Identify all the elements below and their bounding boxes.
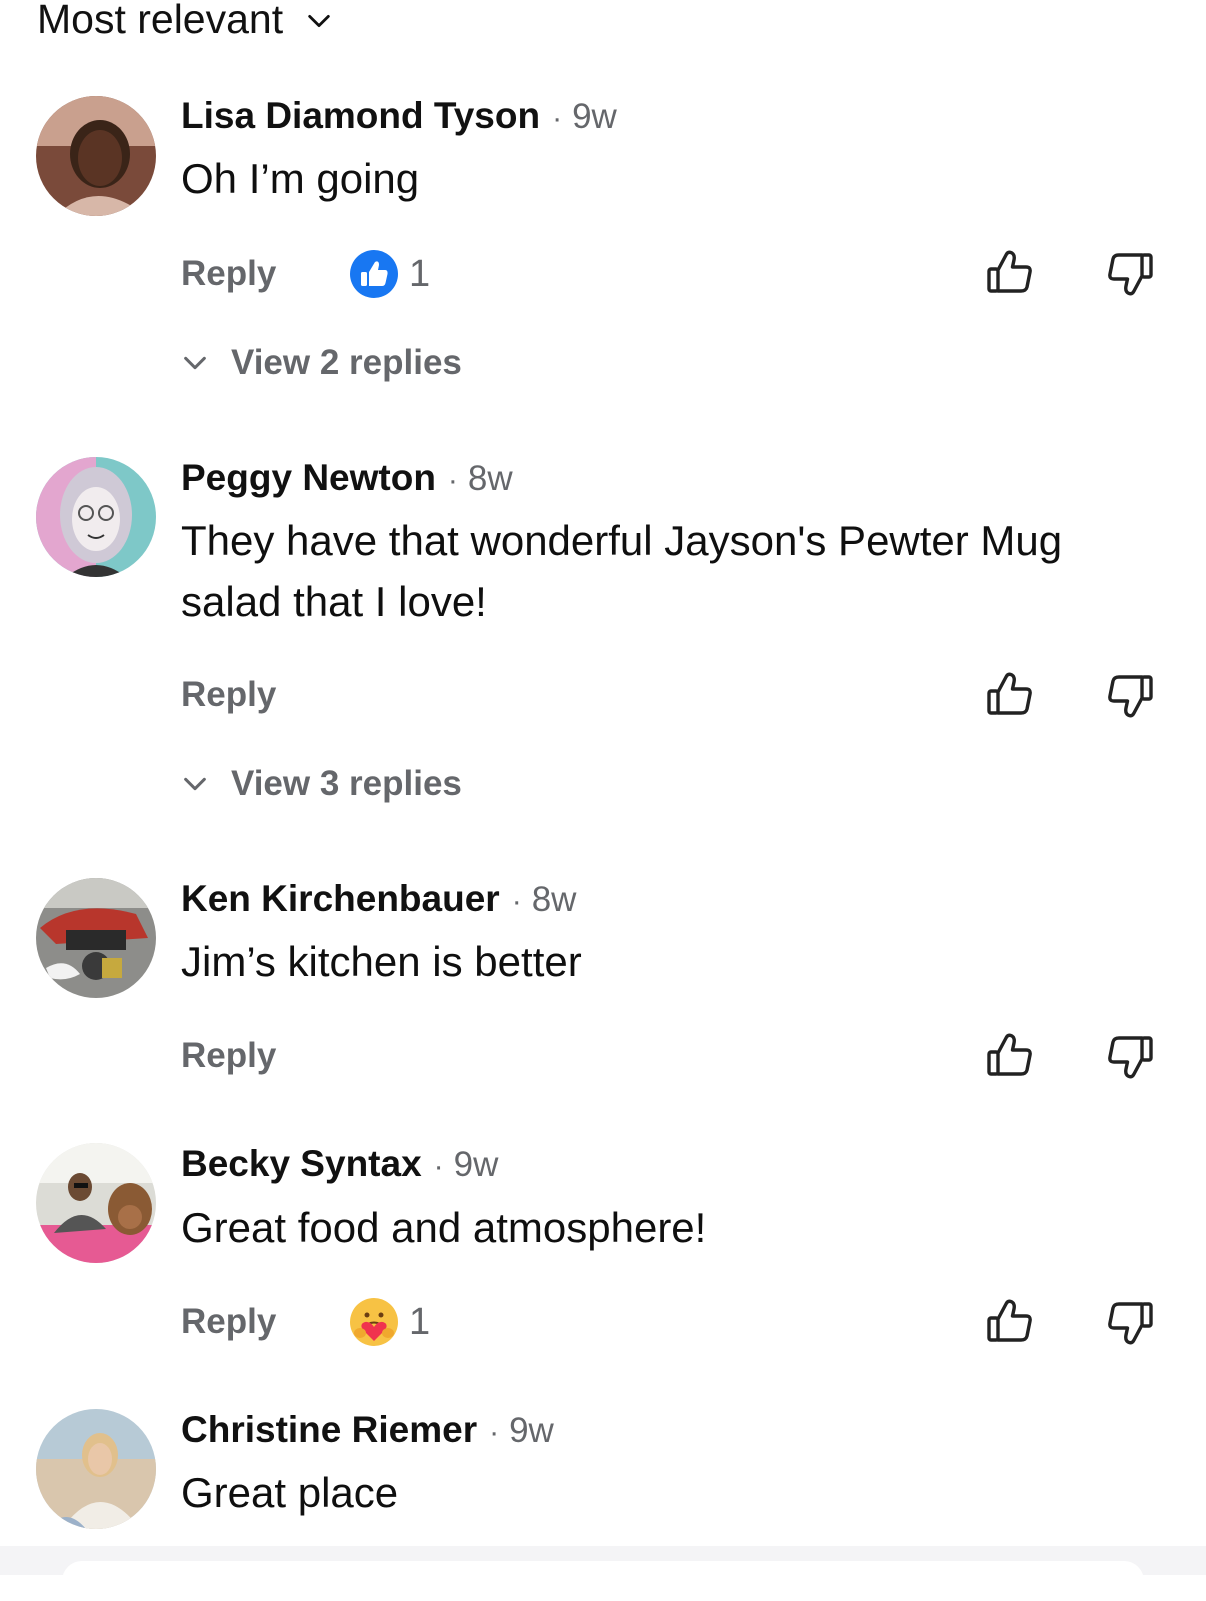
avatar[interactable] [36, 1143, 156, 1263]
comment-text: Great place [181, 1469, 399, 1516]
avatar[interactable] [36, 1409, 156, 1529]
separator-dot: · [489, 1416, 500, 1449]
view-replies-button[interactable]: View 3 replies [181, 764, 462, 804]
downvote-button[interactable] [1104, 1297, 1156, 1349]
view-replies-label: View 2 replies [231, 343, 462, 382]
chevron-down-icon [184, 777, 206, 791]
upvote-button[interactable] [984, 246, 1036, 298]
downvote-button[interactable] [1104, 1031, 1156, 1083]
comment-input[interactable] [62, 1561, 1144, 1601]
separator-dot: · [511, 885, 522, 918]
care-reaction-icon [350, 1298, 398, 1346]
comment-text: Oh I’m going [181, 155, 420, 202]
author-name[interactable]: Christine Riemer [181, 1409, 477, 1451]
thumbs-down-icon [1108, 675, 1153, 718]
timestamp[interactable]: 8w [532, 880, 577, 920]
thumbs-up-icon [987, 250, 1032, 293]
sort-label: Most relevant [37, 0, 284, 42]
sort-dropdown[interactable]: Most relevant [37, 0, 333, 44]
reply-button[interactable]: Reply [181, 1302, 349, 1342]
thumbs-up-icon [987, 1299, 1032, 1342]
view-replies-button[interactable]: View 2 replies [181, 343, 462, 383]
reaction-count: 1 [409, 252, 431, 295]
comment-text-line: salad that I love! [181, 578, 487, 625]
author-name[interactable]: Ken Kirchenbauer [181, 878, 500, 920]
reaction-count: 1 [409, 1300, 431, 1343]
avatar[interactable] [36, 96, 156, 216]
reply-button[interactable]: Reply [181, 254, 349, 294]
author-name[interactable]: Peggy Newton [181, 457, 436, 499]
view-replies-label: View 3 replies [231, 764, 462, 803]
downvote-button[interactable] [1104, 670, 1156, 722]
reaction-summary[interactable]: 1 [349, 1297, 430, 1347]
author-name[interactable]: Becky Syntax [181, 1143, 422, 1185]
comment-text: Great food and atmosphere! [181, 1204, 707, 1251]
separator-dot: · [433, 1150, 444, 1183]
thumbs-down-icon [1108, 1302, 1153, 1345]
avatar[interactable] [36, 878, 156, 998]
like-reaction-icon [350, 250, 398, 298]
timestamp[interactable]: 9w [572, 97, 617, 137]
separator-dot: · [447, 464, 458, 497]
timestamp[interactable]: 9w [454, 1145, 499, 1185]
avatar[interactable] [36, 457, 156, 577]
upvote-button[interactable] [984, 1029, 1036, 1081]
reaction-summary[interactable]: 1 [349, 249, 430, 299]
thumbs-down-icon [1108, 1036, 1153, 1079]
author-name[interactable]: Lisa Diamond Tyson [181, 95, 540, 137]
thumbs-down-icon [1108, 253, 1153, 296]
chevron-down-icon [184, 356, 206, 370]
upvote-button[interactable] [984, 1295, 1036, 1347]
comment-text: They have that wonderful Jayson's Pewter… [181, 510, 1161, 632]
reply-button[interactable]: Reply [181, 675, 349, 715]
downvote-button[interactable] [1104, 248, 1156, 300]
thumbs-up-icon [987, 1033, 1032, 1076]
comment-text: Jim’s kitchen is better [181, 938, 582, 985]
chevron-down-icon [308, 14, 330, 28]
comment-composer-bar [0, 1546, 1206, 1601]
separator-dot: · [552, 102, 563, 135]
timestamp[interactable]: 8w [468, 459, 513, 499]
thumbs-up-icon [987, 672, 1032, 715]
reply-button[interactable]: Reply [181, 1036, 349, 1076]
comment-text-line: They have that wonderful Jayson's Pewter… [181, 517, 1063, 564]
timestamp[interactable]: 9w [509, 1411, 554, 1451]
upvote-button[interactable] [984, 668, 1036, 720]
